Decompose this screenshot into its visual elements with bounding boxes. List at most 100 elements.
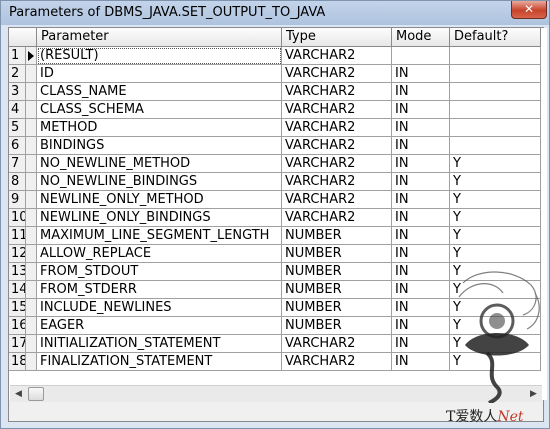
default-cell[interactable]: Y: [450, 155, 541, 173]
type-cell[interactable]: VARCHAR2: [282, 155, 392, 173]
mode-cell[interactable]: IN: [392, 299, 450, 317]
table-row[interactable]: 1 (RESULT) VARCHAR2: [9, 47, 541, 65]
type-cell[interactable]: VARCHAR2: [282, 335, 392, 353]
parameter-cell[interactable]: ALLOW_REPLACE: [37, 245, 282, 263]
mode-cell[interactable]: IN: [392, 335, 450, 353]
row-number: 15: [9, 299, 26, 317]
row-indicator: [26, 353, 37, 371]
row-number: 16: [9, 317, 26, 335]
default-cell[interactable]: Y: [450, 209, 541, 227]
mode-cell[interactable]: IN: [392, 263, 450, 281]
header-default[interactable]: Default?: [450, 28, 541, 47]
default-cell[interactable]: Y: [450, 227, 541, 245]
header-type[interactable]: Type: [282, 28, 392, 47]
mode-cell[interactable]: IN: [392, 191, 450, 209]
mode-cell[interactable]: IN: [392, 353, 450, 371]
row-indicator: [26, 317, 37, 335]
default-cell[interactable]: [450, 47, 541, 65]
mode-cell[interactable]: IN: [392, 101, 450, 119]
mode-cell[interactable]: [392, 47, 450, 65]
parameter-cell[interactable]: FROM_STDOUT: [37, 263, 282, 281]
mode-cell[interactable]: IN: [392, 65, 450, 83]
mode-cell[interactable]: IN: [392, 227, 450, 245]
parameter-cell[interactable]: MAXIMUM_LINE_SEGMENT_LENGTH: [37, 227, 282, 245]
mode-cell[interactable]: IN: [392, 317, 450, 335]
mode-cell[interactable]: IN: [392, 83, 450, 101]
table-row[interactable]: 12 ALLOW_REPLACE NUMBER IN Y: [9, 245, 541, 263]
table-row[interactable]: 9 NEWLINE_ONLY_METHOD VARCHAR2 IN Y: [9, 191, 541, 209]
window-title: Parameters of DBMS_JAVA.SET_OUTPUT_TO_JA…: [9, 5, 326, 20]
parameter-cell[interactable]: EAGER: [37, 317, 282, 335]
parameter-cell[interactable]: (RESULT): [37, 47, 282, 65]
parameter-cell[interactable]: NEWLINE_ONLY_BINDINGS: [37, 209, 282, 227]
default-cell[interactable]: [450, 101, 541, 119]
type-cell[interactable]: VARCHAR2: [282, 119, 392, 137]
type-cell[interactable]: NUMBER: [282, 317, 392, 335]
table-row[interactable]: 2 ID VARCHAR2 IN: [9, 65, 541, 83]
type-cell[interactable]: VARCHAR2: [282, 191, 392, 209]
table-row[interactable]: 8 NO_NEWLINE_BINDINGS VARCHAR2 IN Y: [9, 173, 541, 191]
type-cell[interactable]: NUMBER: [282, 299, 392, 317]
type-cell[interactable]: VARCHAR2: [282, 65, 392, 83]
header-parameter[interactable]: Parameter: [37, 28, 282, 47]
default-cell[interactable]: [450, 65, 541, 83]
type-cell[interactable]: NUMBER: [282, 263, 392, 281]
header-mode[interactable]: Mode: [392, 28, 450, 47]
mode-cell[interactable]: IN: [392, 173, 450, 191]
table-row[interactable]: 5 METHOD VARCHAR2 IN: [9, 119, 541, 137]
table-row[interactable]: 7 NO_NEWLINE_METHOD VARCHAR2 IN Y: [9, 155, 541, 173]
scroll-left-button[interactable]: ◀: [10, 386, 27, 402]
type-cell[interactable]: NUMBER: [282, 281, 392, 299]
row-indicator: [26, 65, 37, 83]
type-cell[interactable]: VARCHAR2: [282, 83, 392, 101]
default-cell[interactable]: [450, 137, 541, 155]
table-row[interactable]: 10 NEWLINE_ONLY_BINDINGS VARCHAR2 IN Y: [9, 209, 541, 227]
close-button[interactable]: ✕: [511, 1, 547, 19]
parameter-cell[interactable]: FROM_STDERR: [37, 281, 282, 299]
parameter-cell[interactable]: CLASS_SCHEMA: [37, 101, 282, 119]
type-cell[interactable]: NUMBER: [282, 245, 392, 263]
parameter-cell[interactable]: CLASS_NAME: [37, 83, 282, 101]
table-row[interactable]: 4 CLASS_SCHEMA VARCHAR2 IN: [9, 101, 541, 119]
mode-cell[interactable]: IN: [392, 137, 450, 155]
row-number: 11: [9, 227, 26, 245]
type-cell[interactable]: VARCHAR2: [282, 173, 392, 191]
table-row[interactable]: 3 CLASS_NAME VARCHAR2 IN: [9, 83, 541, 101]
row-indicator: [26, 83, 37, 101]
default-cell[interactable]: Y: [450, 173, 541, 191]
default-cell[interactable]: Y: [450, 245, 541, 263]
default-cell[interactable]: Y: [450, 191, 541, 209]
row-number: 18: [9, 353, 26, 371]
parameter-cell[interactable]: NO_NEWLINE_BINDINGS: [37, 173, 282, 191]
type-cell[interactable]: VARCHAR2: [282, 353, 392, 371]
mode-cell[interactable]: IN: [392, 209, 450, 227]
parameter-cell[interactable]: NO_NEWLINE_METHOD: [37, 155, 282, 173]
parameter-cell[interactable]: INCLUDE_NEWLINES: [37, 299, 282, 317]
title-bar[interactable]: Parameters of DBMS_JAVA.SET_OUTPUT_TO_JA…: [1, 1, 549, 25]
parameter-cell[interactable]: FINALIZATION_STATEMENT: [37, 353, 282, 371]
row-number: 3: [9, 83, 26, 101]
mode-cell[interactable]: IN: [392, 281, 450, 299]
scroll-thumb[interactable]: [28, 387, 44, 401]
parameter-cell[interactable]: METHOD: [37, 119, 282, 137]
mode-cell[interactable]: IN: [392, 155, 450, 173]
mode-cell[interactable]: IN: [392, 119, 450, 137]
parameter-cell[interactable]: NEWLINE_ONLY_METHOD: [37, 191, 282, 209]
parameter-cell[interactable]: BINDINGS: [37, 137, 282, 155]
row-indicator: [26, 119, 37, 137]
mode-cell[interactable]: IN: [392, 245, 450, 263]
table-row[interactable]: 6 BINDINGS VARCHAR2 IN: [9, 137, 541, 155]
table-row[interactable]: 11 MAXIMUM_LINE_SEGMENT_LENGTH NUMBER IN Y: [9, 227, 541, 245]
type-cell[interactable]: VARCHAR2: [282, 209, 392, 227]
row-number: 13: [9, 263, 26, 281]
type-cell[interactable]: VARCHAR2: [282, 101, 392, 119]
type-cell[interactable]: VARCHAR2: [282, 47, 392, 65]
default-cell[interactable]: [450, 83, 541, 101]
type-cell[interactable]: NUMBER: [282, 227, 392, 245]
row-number: 7: [9, 155, 26, 173]
parameter-cell[interactable]: INITIALIZATION_STATEMENT: [37, 335, 282, 353]
parameter-cell[interactable]: ID: [37, 65, 282, 83]
row-indicator: [26, 335, 37, 353]
type-cell[interactable]: VARCHAR2: [282, 137, 392, 155]
default-cell[interactable]: [450, 119, 541, 137]
